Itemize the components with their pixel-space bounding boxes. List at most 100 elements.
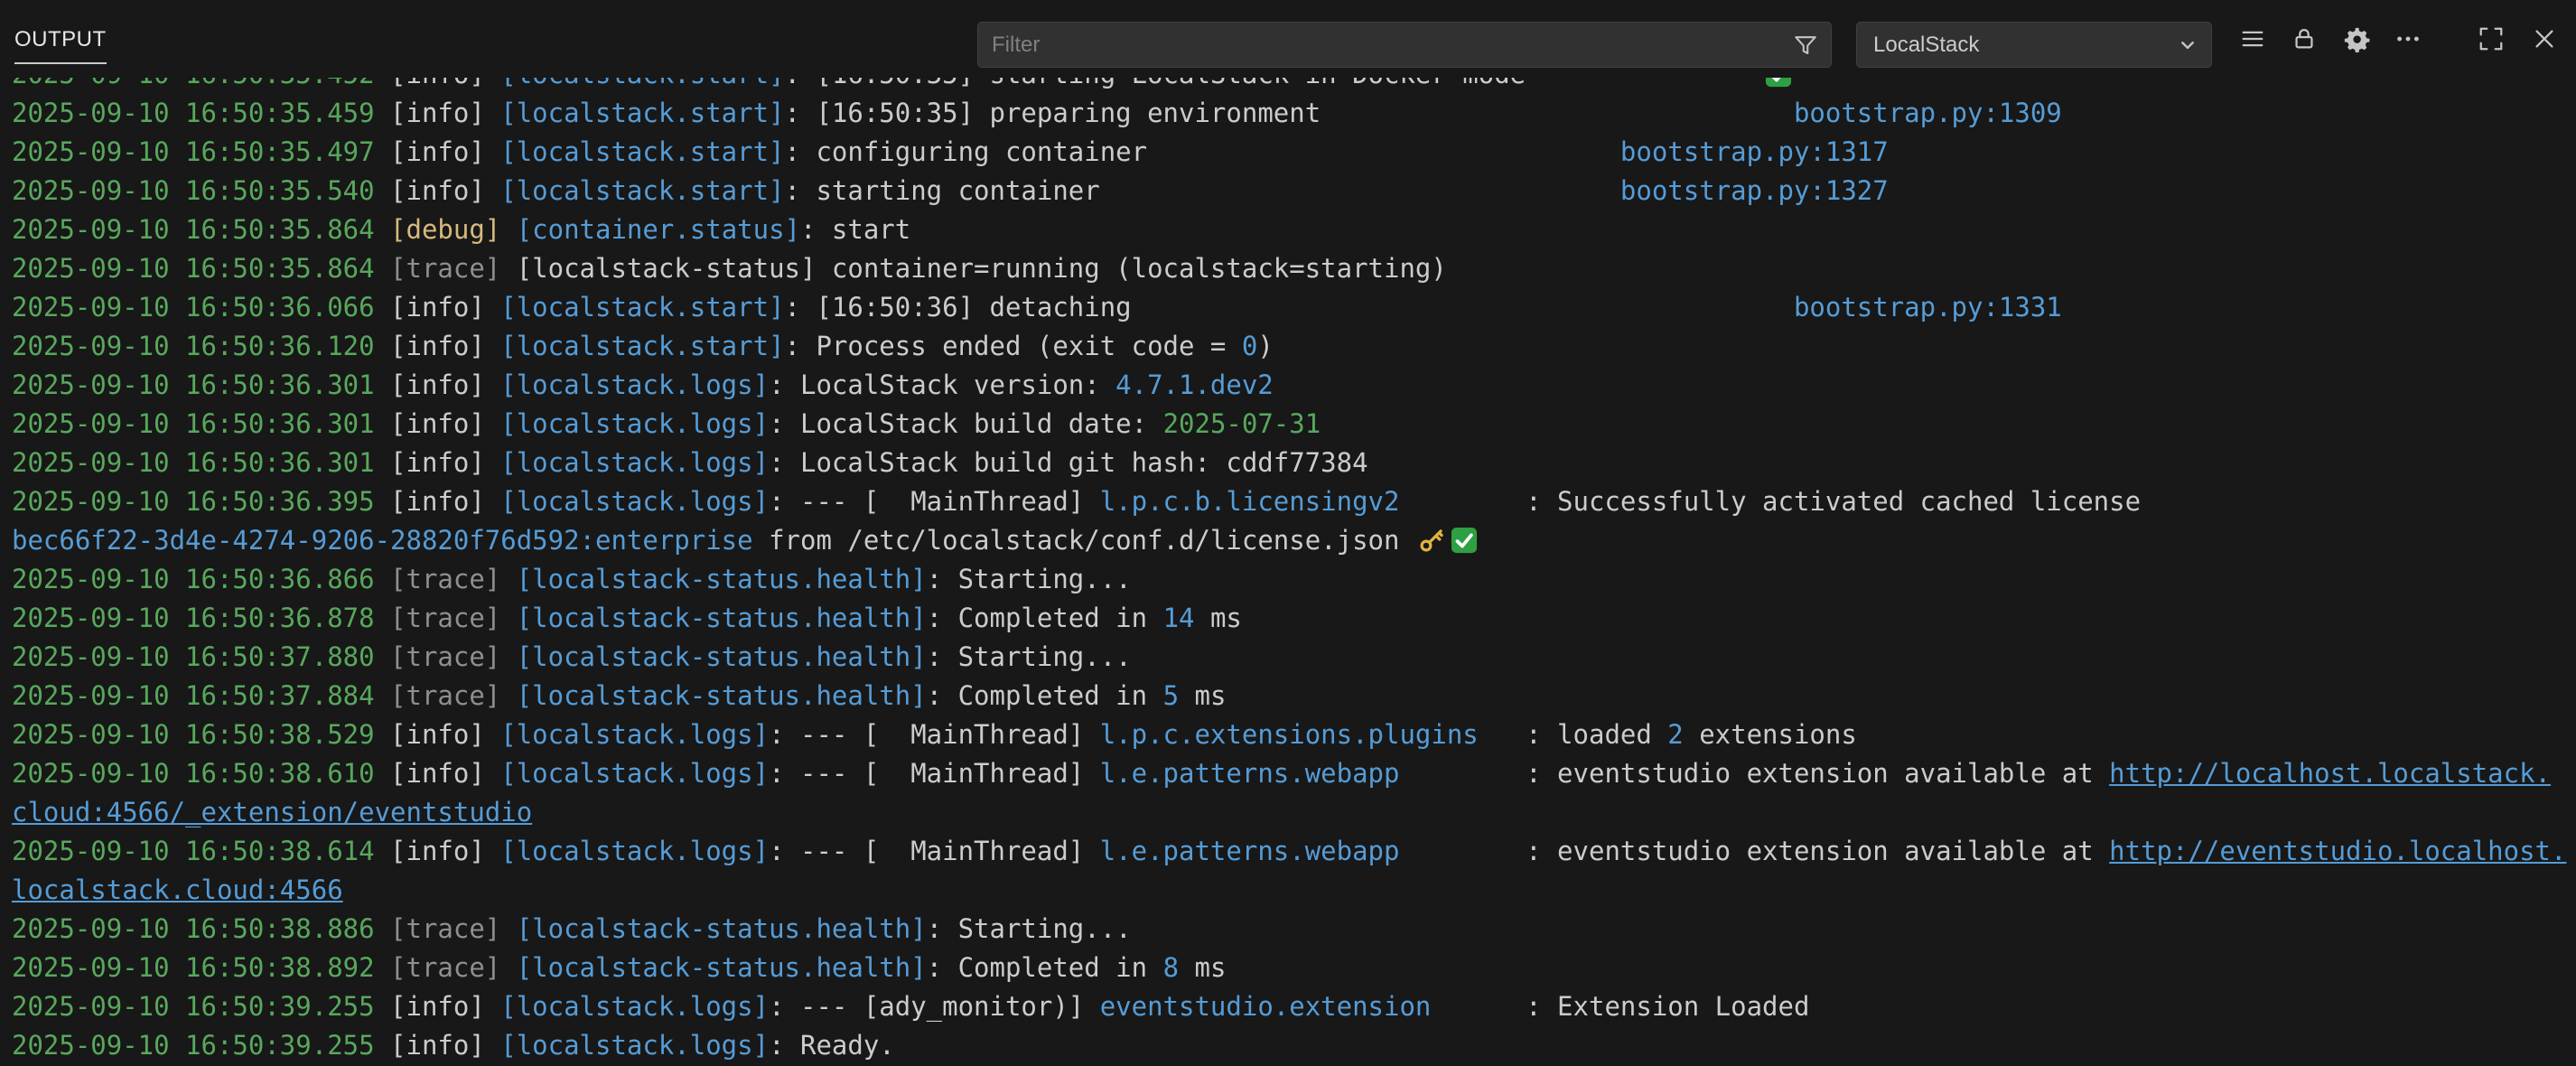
log-text: : LocalStack build date: [769, 408, 1163, 439]
log-text: 2025-09-10 16:50:36.066 [12, 292, 390, 323]
log-output-area[interactable]: 2025-09-10 16:50:35.452 [info] [localsta… [0, 78, 2576, 1066]
log-link[interactable]: localstack.cloud:4566 [12, 874, 343, 905]
log-text: [localstack.start] [500, 175, 784, 206]
settings-gear-icon[interactable] [2343, 25, 2370, 52]
log-row: cloud:4566/_extension/eventstudio [12, 793, 2576, 832]
output-panel-header: OUTPUT LocalStack [0, 0, 2576, 78]
log-text: : Starting... [927, 913, 1132, 944]
log-text: [info] [390, 486, 500, 517]
log-text: : loaded [1526, 719, 1667, 750]
chevron-down-icon [2176, 33, 2199, 57]
log-text: : start [800, 214, 910, 245]
log-link[interactable]: bootstrap.py:1331 [1794, 292, 2062, 323]
log-text: [localstack.logs] [500, 1030, 769, 1061]
log-text: [info] [390, 98, 500, 128]
filter-icon[interactable] [1792, 32, 1819, 59]
log-text [1321, 98, 1794, 128]
log-text: : eventstudio extension available at [1526, 758, 2109, 789]
log-text: 2025-09-10 16:50:36.878 [12, 603, 390, 633]
log-row: 2025-09-10 16:50:36.301 [info] [localsta… [12, 444, 2576, 482]
log-text: [trace] [390, 952, 517, 983]
log-text: l.e.patterns.webapp [1100, 758, 1400, 789]
log-text: 2025-09-10 16:50:36.301 [12, 447, 390, 478]
log-row: 2025-09-10 16:50:38.614 [info] [localsta… [12, 832, 2576, 871]
log-text: 4.7.1.dev2 [1115, 369, 1274, 400]
log-text: 2025-09-10 16:50:37.880 [12, 641, 390, 672]
log-text: 2025-09-10 16:50:36.395 [12, 486, 390, 517]
log-text: : Extension Loaded [1526, 991, 1809, 1022]
log-row: 2025-09-10 16:50:36.878 [trace] [localst… [12, 599, 2576, 638]
tab-output[interactable]: OUTPUT [14, 27, 107, 64]
maximize-panel-icon[interactable] [2478, 25, 2505, 52]
log-row: bec66f22-3d4e-4274-9206-28820f76d592:ent… [12, 521, 2576, 560]
log-text: : Completed in [927, 680, 1163, 711]
log-text: l.e.patterns.webapp [1100, 836, 1400, 866]
log-row: 2025-09-10 16:50:38.892 [trace] [localst… [12, 949, 2576, 987]
log-text [1526, 78, 1762, 89]
log-link[interactable]: bootstrap.py:1317 [1620, 136, 1889, 167]
log-text: [info] [390, 331, 500, 361]
log-text: [trace] [390, 564, 517, 594]
log-row: 2025-09-10 16:50:36.066 [info] [localsta… [12, 288, 2576, 327]
log-text: [debug] [390, 214, 517, 245]
log-text: [container.status] [517, 214, 800, 245]
log-text: [localstack.logs] [500, 486, 769, 517]
log-text: : eventstudio extension available at [1526, 836, 2109, 866]
log-text: 2025-09-10 16:50:38.529 [12, 719, 390, 750]
log-text: l.p.c.b.licensingv2 [1100, 486, 1400, 517]
log-text: [trace] [390, 253, 517, 284]
log-link[interactable]: http://localhost.localstack. [2109, 758, 2551, 789]
log-text: : [16:50:35] starting LocalStack in Dock… [785, 78, 1526, 89]
log-link[interactable]: bootstrap.py:1309 [1794, 98, 2062, 128]
log-text: [localstack.start] [500, 78, 784, 89]
log-row: 2025-09-10 16:50:39.255 [info] [localsta… [12, 1026, 2576, 1065]
log-row: 2025-09-10 16:50:35.864 [trace] [localst… [12, 249, 2576, 288]
log-text: [localstack-status.health] [517, 913, 927, 944]
log-row: 2025-09-10 16:50:35.497 [info] [localsta… [12, 133, 2576, 172]
log-link[interactable]: cloud:4566/_extension/eventstudio [12, 797, 532, 828]
log-text: [info] [390, 369, 500, 400]
log-text: [localstack.logs] [500, 719, 769, 750]
log-text: 2025-09-10 16:50:35.497 [12, 136, 390, 167]
log-text: [localstack-status.health] [517, 680, 927, 711]
log-text: eventstudio.extension [1100, 991, 1432, 1022]
filter-input[interactable] [978, 33, 1792, 58]
log-text: from /etc/localstack/conf.d/license.json [753, 525, 1415, 556]
log-text: 2025-09-10 16:50:36.120 [12, 331, 390, 361]
log-text: 5 [1163, 680, 1179, 711]
close-panel-icon[interactable] [2531, 25, 2558, 52]
output-panel: OUTPUT LocalStack [0, 0, 2576, 1066]
log-row: 2025-09-10 16:50:36.395 [info] [localsta… [12, 482, 2576, 521]
log-text: : LocalStack build git hash: cddf77384 [769, 447, 1367, 478]
log-text: [info] [390, 1030, 500, 1061]
log-text: [localstack.start] [500, 331, 784, 361]
log-text: 2025-09-10 16:50:38.614 [12, 836, 390, 866]
output-channel-selected: LocalStack [1873, 33, 1979, 58]
log-row: 2025-09-10 16:50:35.452 [info] [localsta… [12, 78, 2576, 94]
log-row: 2025-09-10 16:50:36.866 [trace] [localst… [12, 560, 2576, 599]
log-row: 2025-09-10 16:50:38.610 [info] [localsta… [12, 754, 2576, 793]
log-text [1431, 991, 1526, 1022]
log-text: 2025-09-10 16:50:39.255 [12, 1030, 390, 1061]
log-row: 2025-09-10 16:50:35.540 [info] [localsta… [12, 172, 2576, 210]
log-text: [localstack.logs] [500, 991, 769, 1022]
log-text: [localstack.start] [500, 292, 784, 323]
log-row: 2025-09-10 16:50:36.120 [info] [localsta… [12, 327, 2576, 366]
more-actions-icon[interactable] [2394, 25, 2422, 52]
lock-icon[interactable] [2291, 25, 2318, 52]
log-text: 2025-09-10 16:50:39.255 [12, 991, 390, 1022]
log-link[interactable]: bootstrap.py:1327 [1620, 175, 1889, 206]
clear-output-icon[interactable] [2239, 25, 2266, 52]
log-text: 2025-09-10 16:50:38.610 [12, 758, 390, 789]
log-text: : Successfully activated cached license [1526, 486, 2141, 517]
log-text: 2025-07-31 [1163, 408, 1321, 439]
log-row: 2025-09-10 16:50:37.880 [trace] [localst… [12, 638, 2576, 677]
log-text [1479, 719, 1526, 750]
log-row: 2025-09-10 16:50:37.884 [trace] [localst… [12, 677, 2576, 715]
log-text: : Process ended (exit code = [785, 331, 1242, 361]
log-text: ms [1179, 952, 1226, 983]
log-link[interactable]: http://eventstudio.localhost. [2109, 836, 2566, 866]
output-channel-dropdown[interactable]: LocalStack [1856, 22, 2212, 68]
check-icon [1451, 527, 1478, 554]
log-text: [info] [390, 447, 500, 478]
